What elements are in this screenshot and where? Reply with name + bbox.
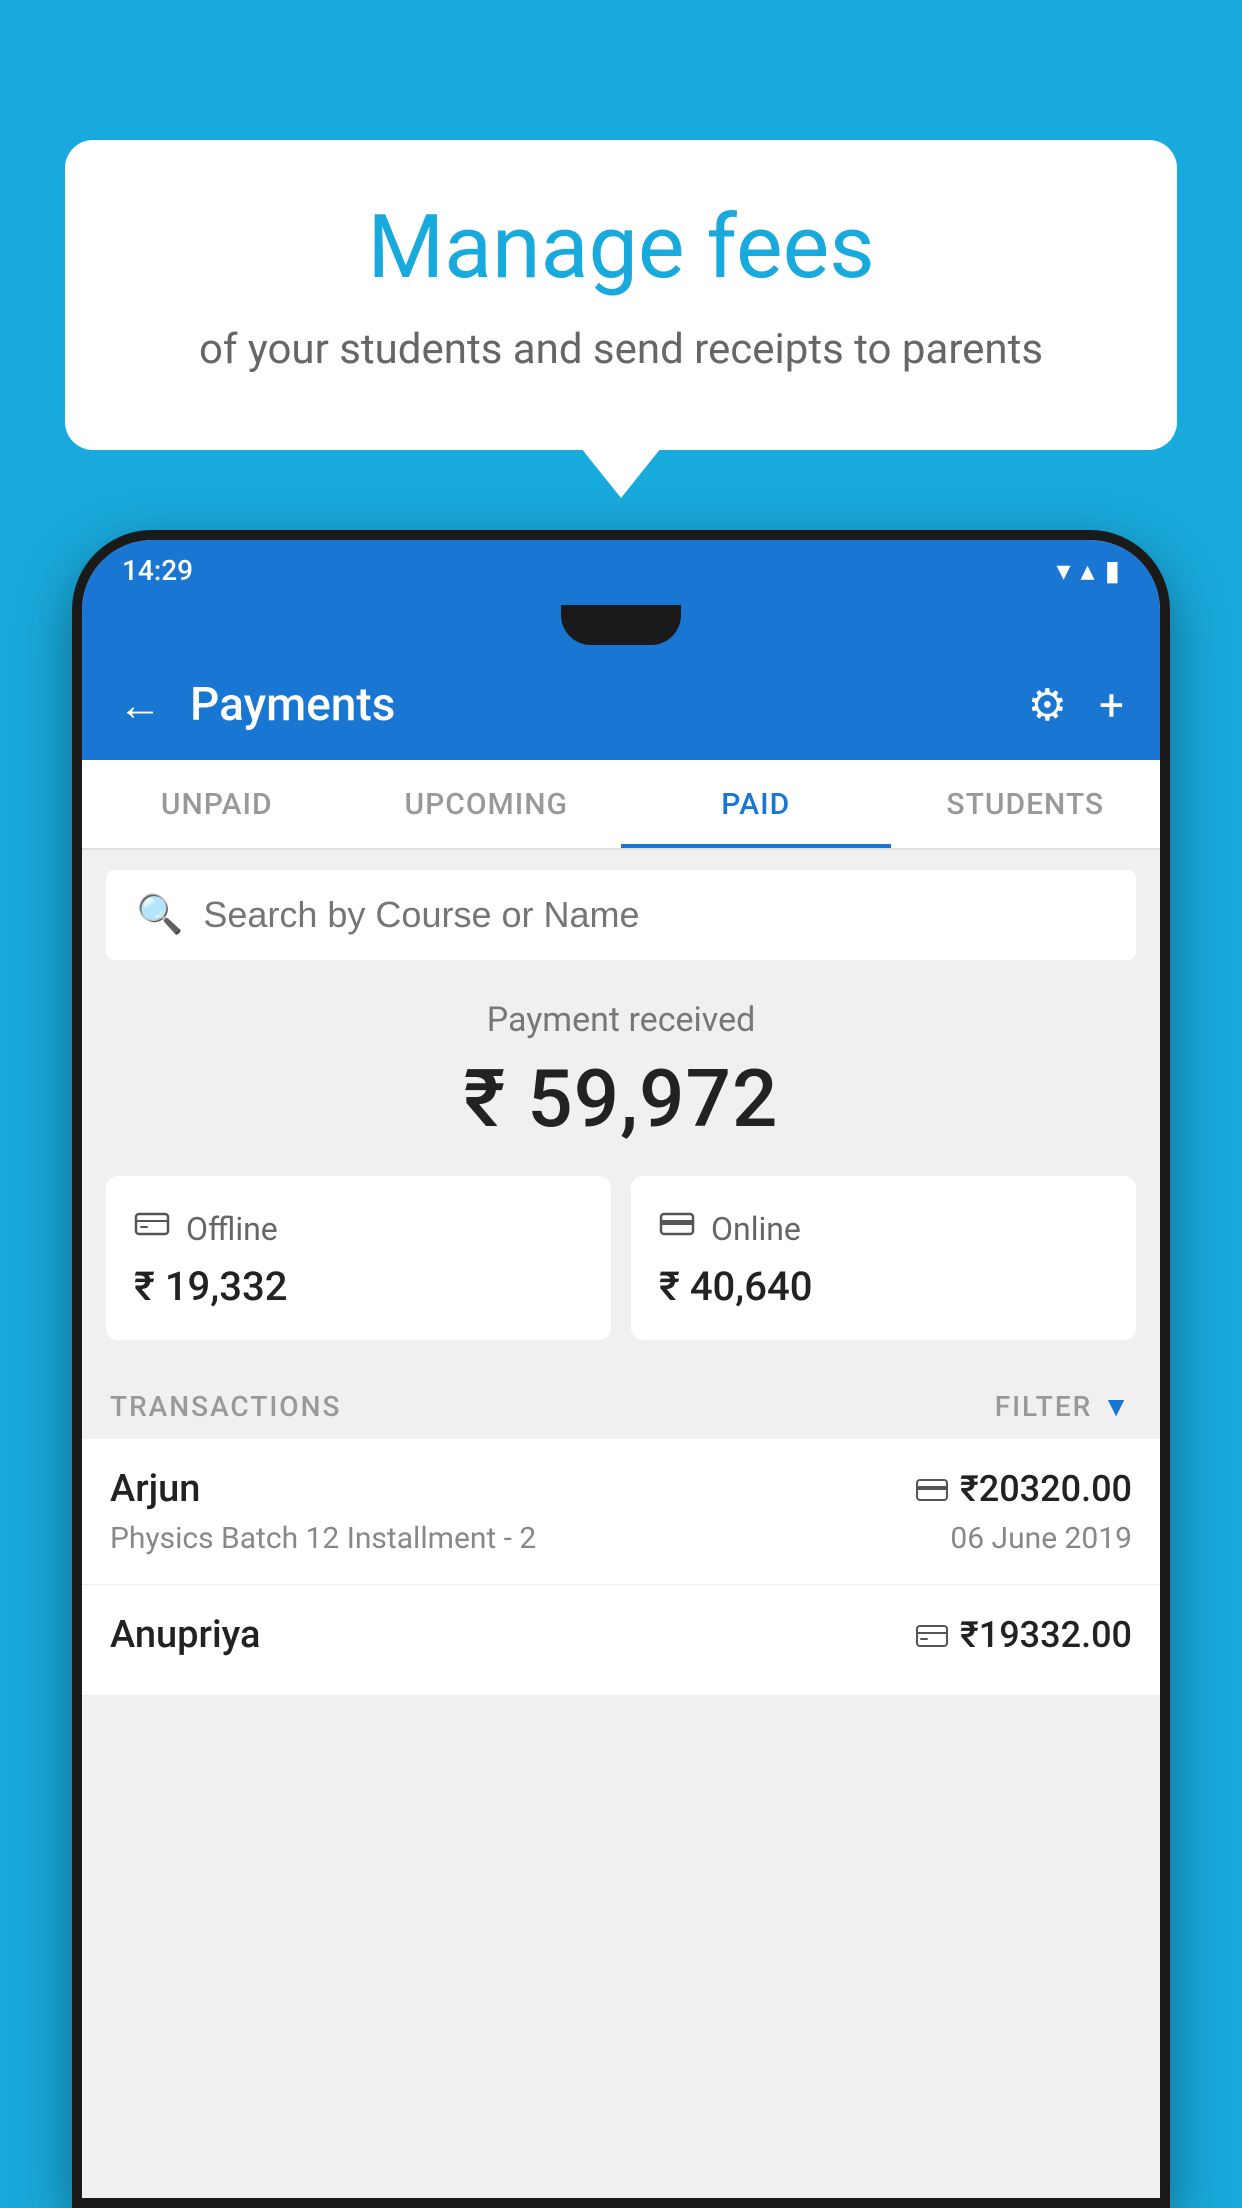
payment-summary: Payment received ₹ 59,972 [82,960,1160,1176]
payment-total-amount: ₹ 59,972 [106,1052,1136,1146]
settings-icon[interactable]: ⚙ [1028,679,1067,731]
signal-icon: ▴ [1081,554,1095,587]
transaction-row-top: Anupriya ₹19332.00 [110,1613,1132,1657]
search-icon: 🔍 [136,893,183,937]
wifi-icon: ▾ [1056,554,1070,587]
transactions-header: TRANSACTIONS FILTER ▼ [82,1370,1160,1439]
transaction-date: 06 June 2019 [950,1521,1132,1556]
transaction-row-top: Arjun ₹20320.00 [110,1467,1132,1511]
payment-type-icon [916,1614,948,1656]
app-header: ← Payments ⚙ + [82,650,1160,760]
transaction-name: Anupriya [110,1613,260,1657]
table-row: Arjun ₹20320.00 [82,1439,1160,1585]
transaction-course: Physics Batch 12 Installment - 2 [110,1521,930,1556]
online-payment-card: Online ₹ 40,640 [631,1176,1136,1340]
phone-frame: 14:29 ▾ ▴ ▮ ← Payments ⚙ + UNPAID [72,530,1170,2208]
table-row: Anupriya ₹19332.00 [82,1585,1160,1696]
speech-bubble-container: Manage fees of your students and send re… [65,140,1177,450]
transaction-amount: ₹19332.00 [916,1614,1132,1656]
payment-received-label: Payment received [106,1000,1136,1040]
notch [561,605,681,645]
payment-type-icon [916,1468,948,1510]
search-input[interactable] [203,894,1106,936]
content-area: 🔍 Payment received ₹ 59,972 [82,850,1160,1696]
filter-button[interactable]: FILTER ▼ [995,1390,1132,1423]
bubble-subtitle: of your students and send receipts to pa… [145,321,1097,380]
tab-students[interactable]: STUDENTS [891,760,1161,848]
transaction-list: Arjun ₹20320.00 [82,1439,1160,1696]
add-icon[interactable]: + [1099,679,1124,731]
header-icons: ⚙ + [1028,679,1124,731]
tab-upcoming[interactable]: UPCOMING [352,760,622,848]
speech-bubble: Manage fees of your students and send re… [65,140,1177,450]
status-icons: ▾ ▴ ▮ [1056,554,1120,587]
filter-icon: ▼ [1102,1390,1132,1423]
offline-icon [134,1206,170,1251]
status-bar: 14:29 ▾ ▴ ▮ [82,540,1160,600]
online-amount: ₹ 40,640 [659,1263,1108,1310]
phone-inner: 14:29 ▾ ▴ ▮ ← Payments ⚙ + UNPAID [82,540,1160,2198]
online-icon [659,1206,695,1251]
transaction-name: Arjun [110,1467,200,1511]
transaction-amount: ₹20320.00 [916,1468,1132,1510]
transactions-label: TRANSACTIONS [110,1390,341,1423]
offline-card-header: Offline [134,1206,583,1251]
tab-paid[interactable]: PAID [621,760,891,848]
online-card-header: Online [659,1206,1108,1251]
online-label: Online [711,1210,801,1248]
bubble-title: Manage fees [145,200,1097,297]
payment-cards: Offline ₹ 19,332 Online [82,1176,1160,1370]
transaction-detail: Physics Batch 12 Installment - 2 06 June… [110,1521,1132,1556]
back-button[interactable]: ← [118,679,162,731]
battery-icon: ▮ [1105,554,1120,587]
offline-amount: ₹ 19,332 [134,1263,583,1310]
status-time: 14:29 [122,554,193,587]
tabs-bar: UNPAID UPCOMING PAID STUDENTS [82,760,1160,850]
tab-unpaid[interactable]: UNPAID [82,760,352,848]
page-title: Payments [190,678,1028,732]
search-container: 🔍 [106,870,1136,960]
offline-payment-card: Offline ₹ 19,332 [106,1176,611,1340]
offline-label: Offline [186,1210,278,1248]
notch-bar [82,600,1160,650]
